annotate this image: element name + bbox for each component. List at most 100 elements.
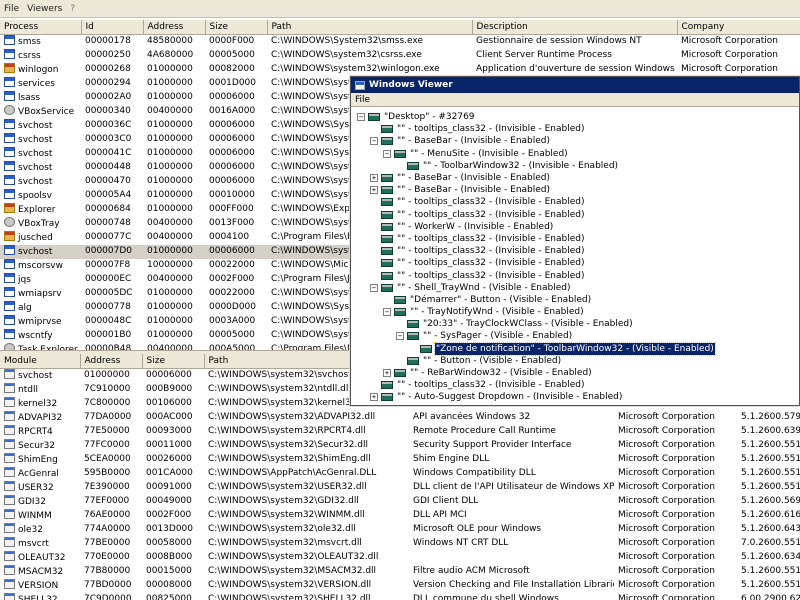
tree-node[interactable]: "" - tooltips_class32 - (Invisible - Ena… xyxy=(351,269,799,281)
process-id: 0000036C xyxy=(85,120,132,130)
process-column-header[interactable]: Size xyxy=(205,20,268,35)
tree-node[interactable]: "" - tooltips_class32 - (Invisible - Ena… xyxy=(351,379,799,391)
module-row[interactable]: OLEAUT32 770E0000 0008B000 C:\WINDOWS\syste… xyxy=(0,550,800,565)
module-row[interactable]: WINMM 76AE0000 0002F000 C:\WINDOWS\system32… xyxy=(0,508,800,523)
process-id: 0000048C xyxy=(85,316,132,326)
module-cell-address: 7C800000 xyxy=(80,397,142,411)
menu-file[interactable]: File xyxy=(4,4,19,14)
tree-node[interactable]: "" - tooltips_class32 - (Invisible - Ena… xyxy=(351,209,799,221)
tree-node[interactable]: "Zone de notification" - ToolbarWindow32… xyxy=(351,341,799,356)
tree-node[interactable]: "" - ToolbarWindow32 - (Invisible - Enab… xyxy=(351,160,799,172)
process-row[interactable]: smss 00000178 48580000 0000F000 C:\WINDOWS\S… xyxy=(0,34,800,49)
module-row[interactable]: USER32 7E390000 00091000 C:\WINDOWS\system3… xyxy=(0,480,800,495)
collapse-icon[interactable]: − xyxy=(383,308,391,317)
expand-icon[interactable]: + xyxy=(370,174,378,183)
process-cell-size: 0001D000 xyxy=(205,77,267,91)
module-column-header[interactable]: Address xyxy=(80,354,143,369)
tree-node[interactable]: − "" - BaseBar - (Invisible - Enabled) xyxy=(351,135,799,147)
process-cell-size: 0000F000 xyxy=(205,34,267,49)
collapse-icon[interactable]: − xyxy=(396,332,404,341)
tree-node[interactable]: "Démarrer" - Button - (Visible - Enabled… xyxy=(351,294,799,306)
tree-node[interactable]: + "" - BaseBar - (Invisible - Enabled) xyxy=(351,184,799,196)
module-cell-name: OLEAUT32 xyxy=(0,550,80,565)
process-name: wscntfy xyxy=(18,330,53,341)
module-path: C:\WINDOWS\system32\kernel32.dll xyxy=(208,398,371,408)
module-cell-company: Microsoft Corporation xyxy=(614,551,737,565)
collapse-icon[interactable]: − xyxy=(357,113,365,122)
process-cell-name: svchost xyxy=(0,244,81,259)
expand-icon[interactable]: + xyxy=(370,393,378,402)
collapse-icon[interactable]: − xyxy=(383,149,391,158)
module-name: RPCRT4 xyxy=(18,426,53,437)
module-row[interactable]: RPCRT4 77E50000 00093000 C:\WINDOWS\system3… xyxy=(0,424,800,439)
menu-viewers[interactable]: Viewers xyxy=(27,4,62,14)
window-icon xyxy=(4,90,15,101)
module-cell-size: 00825000 xyxy=(142,593,204,600)
tree-node[interactable]: "" - Button - (Visible - Enabled) xyxy=(351,355,799,367)
module-size: 00058000 xyxy=(146,538,192,548)
windows-viewer-titlebar[interactable]: Windows Viewer xyxy=(351,77,799,93)
process-column-header[interactable]: Path xyxy=(267,20,473,35)
module-row[interactable]: ShimEng 5CEA0000 00026000 C:\WINDOWS\system… xyxy=(0,452,800,467)
module-size: 00106000 xyxy=(146,398,192,408)
process-id: 00000684 xyxy=(85,204,131,214)
process-cell-name: wmiprvse xyxy=(0,314,81,329)
process-column-header[interactable]: Address xyxy=(143,20,206,35)
tree-node[interactable]: + "" - BaseBar - (Invisible - Enabled) xyxy=(351,172,799,184)
module-address: 774A0000 xyxy=(84,524,131,534)
module-column-header[interactable]: Module xyxy=(0,354,81,369)
process-id: 000005DC xyxy=(85,288,133,298)
module-name: ntdll xyxy=(18,384,38,395)
process-row[interactable]: winlogon 00000268 01000000 00082000 C:\WINDO… xyxy=(0,62,800,77)
module-address: 77B80000 xyxy=(84,566,131,576)
tree-node[interactable]: − "" - Shell_TrayWnd - (Visible - Enabled… xyxy=(351,282,799,294)
collapse-icon[interactable]: − xyxy=(370,137,378,146)
module-version: 5.1.2600.634 xyxy=(741,552,800,562)
process-cell-id: 000001B0 xyxy=(81,329,143,343)
expand-icon[interactable]: + xyxy=(383,369,391,378)
tree-node[interactable]: − "" - TrayNotifyWnd - (Visible - Enabled… xyxy=(351,306,799,318)
tree-node[interactable]: "" - tooltips_class32 - (Invisible - Ena… xyxy=(351,245,799,257)
tree-node[interactable]: "" - tooltips_class32 - (Invisible - Ena… xyxy=(351,123,799,135)
viewer-menu-file[interactable]: File xyxy=(355,95,370,105)
module-row[interactable]: VERSION 77BD0000 00008000 C:\WINDOWS\system… xyxy=(0,578,800,593)
tree-node-label: "" - ReBarWindow32 - (Visible - Enabled) xyxy=(410,368,592,379)
window-icon xyxy=(394,149,406,158)
menu-help[interactable]: ? xyxy=(70,4,75,14)
module-row[interactable]: AcGenral 595B0000 001CA000 C:\WINDOWS\AppPa… xyxy=(0,466,800,481)
tree-node[interactable]: − "" - MenuSite - (Invisible - Enabled) xyxy=(351,148,799,160)
tree-node[interactable]: + "" - ReBarWindow32 - (Visible - Enabled… xyxy=(351,367,799,379)
module-row[interactable]: SHELL32 7C9D0000 00825000 C:\WINDOWS\system… xyxy=(0,592,800,600)
app-icon xyxy=(4,62,15,73)
module-name: USER32 xyxy=(18,482,54,493)
process-column-header[interactable]: Company xyxy=(677,20,800,35)
process-name: VBoxService xyxy=(18,106,75,117)
module-name: MSACM32 xyxy=(18,566,64,577)
process-column-header[interactable]: Id xyxy=(81,20,144,35)
module-row[interactable]: Secur32 77FC0000 00011000 C:\WINDOWS\system… xyxy=(0,438,800,453)
module-row[interactable]: ADVAPI32 77DA0000 000AC000 C:\WINDOWS\syste… xyxy=(0,410,800,425)
expand-icon[interactable]: + xyxy=(370,186,378,195)
module-column-header[interactable]: Size xyxy=(142,354,205,369)
window-icon xyxy=(381,381,393,390)
tree-node[interactable]: "20:33" - TrayClockWClass - (Visible - E… xyxy=(351,318,799,330)
tree-node[interactable]: − "" - SysPager - (Visible - Enabled) xyxy=(351,330,799,342)
tree-node[interactable]: − "Desktop" - #32769 xyxy=(351,111,799,123)
process-cell-size: 0002F000 xyxy=(205,273,267,287)
tree-node[interactable]: "" - WorkerW - (Invisible - Enabled) xyxy=(351,221,799,233)
tree-node[interactable]: "" - tooltips_class32 - (Invisible - Ena… xyxy=(351,257,799,269)
module-row[interactable]: MSACM32 77B80000 00015000 C:\WINDOWS\system… xyxy=(0,564,800,579)
module-row[interactable]: ole32 774A0000 0013D000 C:\WINDOWS\system32… xyxy=(0,522,800,537)
process-row[interactable]: csrss 00000250 4A680000 00005000 C:\WINDOWS\… xyxy=(0,48,800,63)
collapse-icon[interactable]: − xyxy=(370,283,378,292)
tree-node[interactable]: "" - tooltips_class32 - (Invisible - Ena… xyxy=(351,233,799,245)
process-column-header[interactable]: Process xyxy=(0,20,82,35)
module-row[interactable]: GDI32 77EF0000 00049000 C:\WINDOWS\system32… xyxy=(0,494,800,509)
tree-node[interactable]: "" - tooltips_class32 - (Invisible - Ena… xyxy=(351,196,799,208)
process-column-header[interactable]: Description xyxy=(472,20,678,35)
tree-node[interactable]: + "" - Auto-Suggest Dropdown - (Invisible… xyxy=(351,391,799,403)
module-row[interactable]: msvcrt 77BE0000 00058000 C:\WINDOWS\system3… xyxy=(0,536,800,551)
process-cell-address: 01000000 xyxy=(143,329,205,343)
